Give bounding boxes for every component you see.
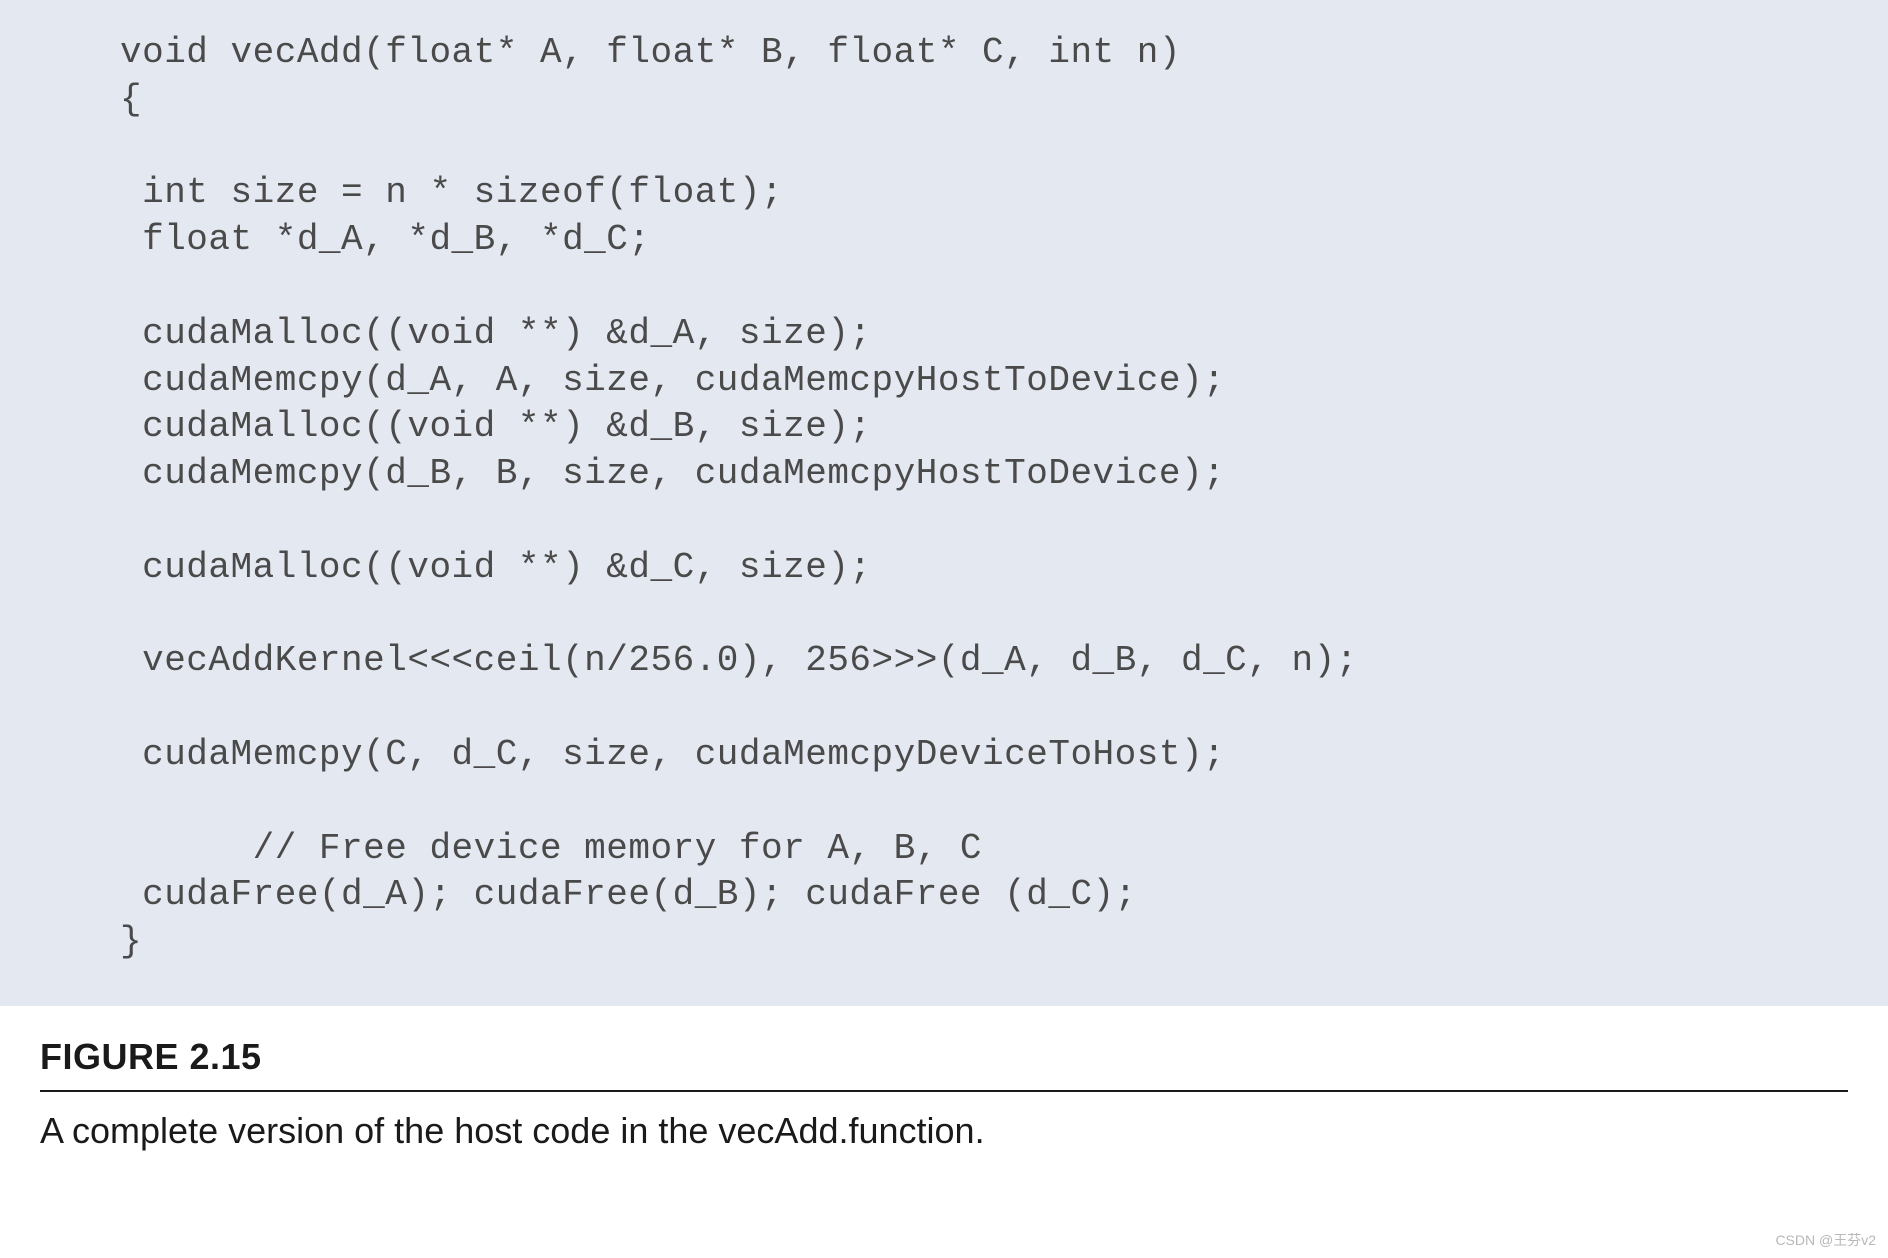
code-block: void vecAdd(float* A, float* B, float* C… <box>0 0 1888 1006</box>
watermark: CSDN @王芬v2 <box>1775 1230 1876 1250</box>
code-line: cudaMemcpy(d_B, B, size, cudaMemcpyHostT… <box>120 453 1225 494</box>
code-line: cudaMalloc((void **) &d_C, size); <box>120 547 872 588</box>
code-line: vecAddKernel<<<ceil(n/256.0), 256>>>(d_A… <box>120 640 1358 681</box>
figure-label: FIGURE 2.15 <box>0 1006 1888 1090</box>
code-line: float *d_A, *d_B, *d_C; <box>120 219 650 260</box>
code-line: int size = n * sizeof(float); <box>120 172 783 213</box>
code-line: cudaMemcpy(C, d_C, size, cudaMemcpyDevic… <box>120 734 1225 775</box>
code-line: cudaMalloc((void **) &d_A, size); <box>120 313 872 354</box>
figure-caption: A complete version of the host code in t… <box>0 1092 1888 1182</box>
code-line: cudaMemcpy(d_A, A, size, cudaMemcpyHostT… <box>120 360 1225 401</box>
code-line: { <box>120 79 142 120</box>
code-line: cudaFree(d_A); cudaFree(d_B); cudaFree (… <box>120 874 1137 915</box>
code-line: // Free device memory for A, B, C <box>120 828 982 869</box>
code-line: void vecAdd(float* A, float* B, float* C… <box>120 32 1181 73</box>
code-line: cudaMalloc((void **) &d_B, size); <box>120 406 872 447</box>
code-line: } <box>120 921 142 962</box>
